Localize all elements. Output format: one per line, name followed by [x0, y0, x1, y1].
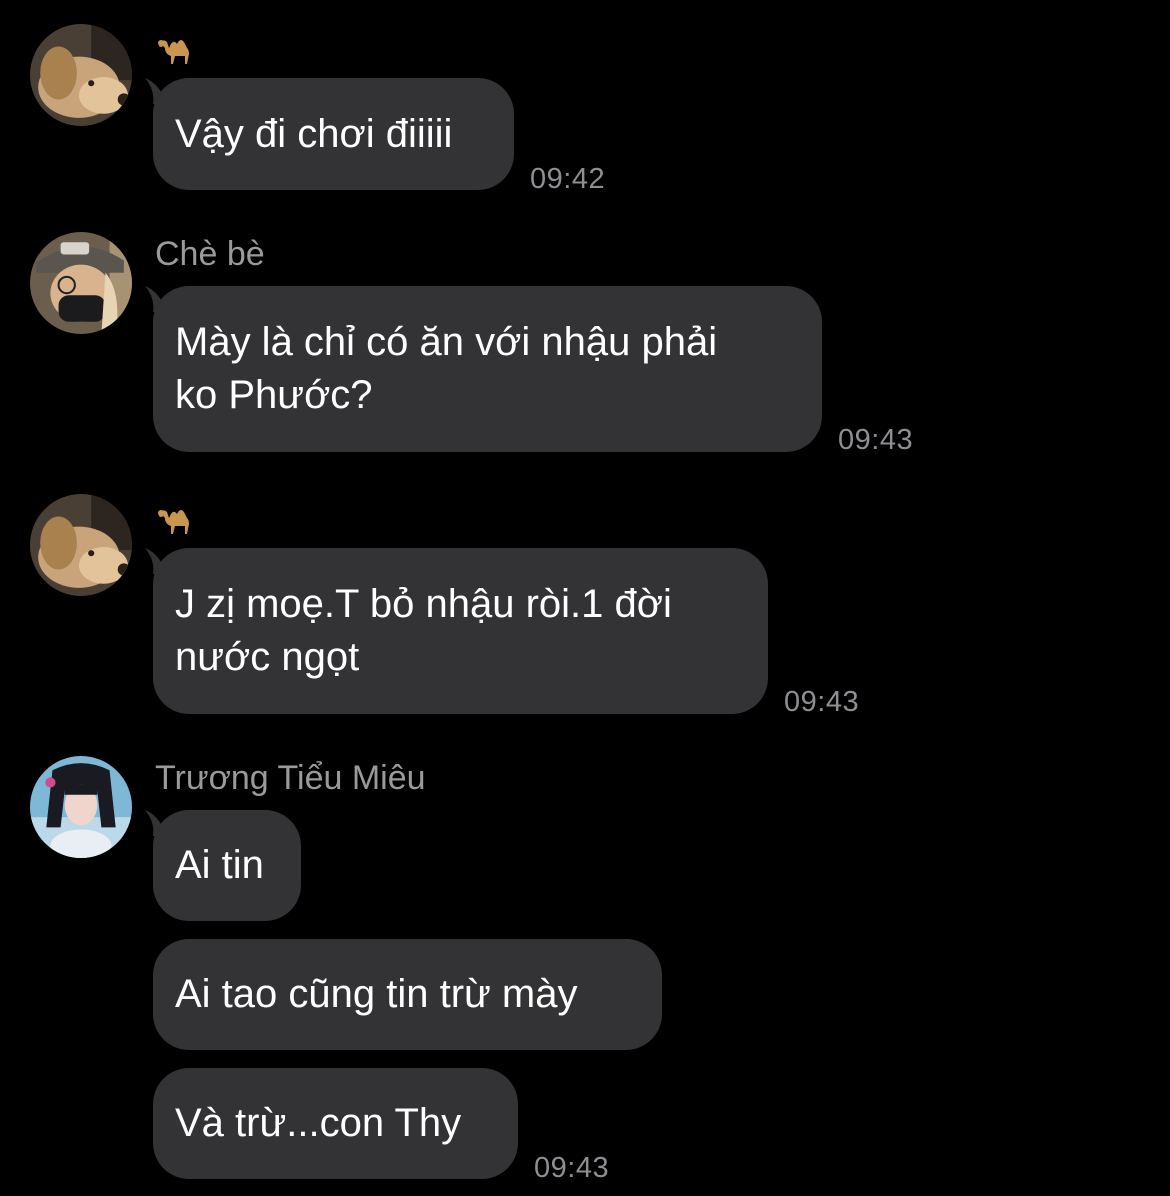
sender-name: Trương Tiểu Miêu [155, 759, 426, 797]
message-timestamp: 09:42 [530, 163, 606, 195]
message-bubble[interactable]: Ai tin [153, 810, 301, 921]
message-timestamp: 09:43 [534, 1152, 610, 1184]
sender-avatar[interactable] [30, 494, 132, 596]
sender-avatar[interactable] [30, 232, 132, 334]
sender-avatar[interactable] [30, 756, 132, 858]
message-text: Mày là chỉ có ăn với nhậu phải ko Phước? [175, 320, 718, 417]
message-bubble[interactable]: J zị moẹ.T bỏ nhậu ròi.1 đời nước ngọt [153, 548, 768, 714]
sender-avatar[interactable] [30, 24, 132, 126]
message-text: J zị moẹ.T bỏ nhậu ròi.1 đời nước ngọt [175, 582, 672, 679]
message-bubble[interactable]: Mày là chỉ có ăn với nhậu phải ko Phước? [153, 286, 822, 452]
message-text: Ai tin [175, 843, 264, 887]
girl-avatar-icon [30, 756, 132, 858]
dog-avatar-icon [30, 494, 132, 596]
message-text: Và trừ...con Thy [175, 1101, 462, 1145]
dog-avatar-icon [30, 24, 132, 126]
camel-emoji-icon [155, 500, 201, 536]
message-timestamp: 09:43 [784, 686, 860, 718]
message-timestamp: 09:43 [838, 424, 914, 456]
message-bubble[interactable]: Và trừ...con Thy [153, 1068, 518, 1179]
message-text: Ai tao cũng tin trừ mày [175, 972, 578, 1016]
message-text: Vậy đi chơi điiiii [175, 111, 453, 156]
masked-person-avatar-icon [30, 232, 132, 334]
camel-emoji-icon [155, 30, 201, 66]
message-bubble[interactable]: Ai tao cũng tin trừ mày [153, 939, 662, 1050]
sender-name: Chè bè [155, 235, 265, 273]
message-bubble[interactable]: Vậy đi chơi điiiii [153, 78, 514, 190]
